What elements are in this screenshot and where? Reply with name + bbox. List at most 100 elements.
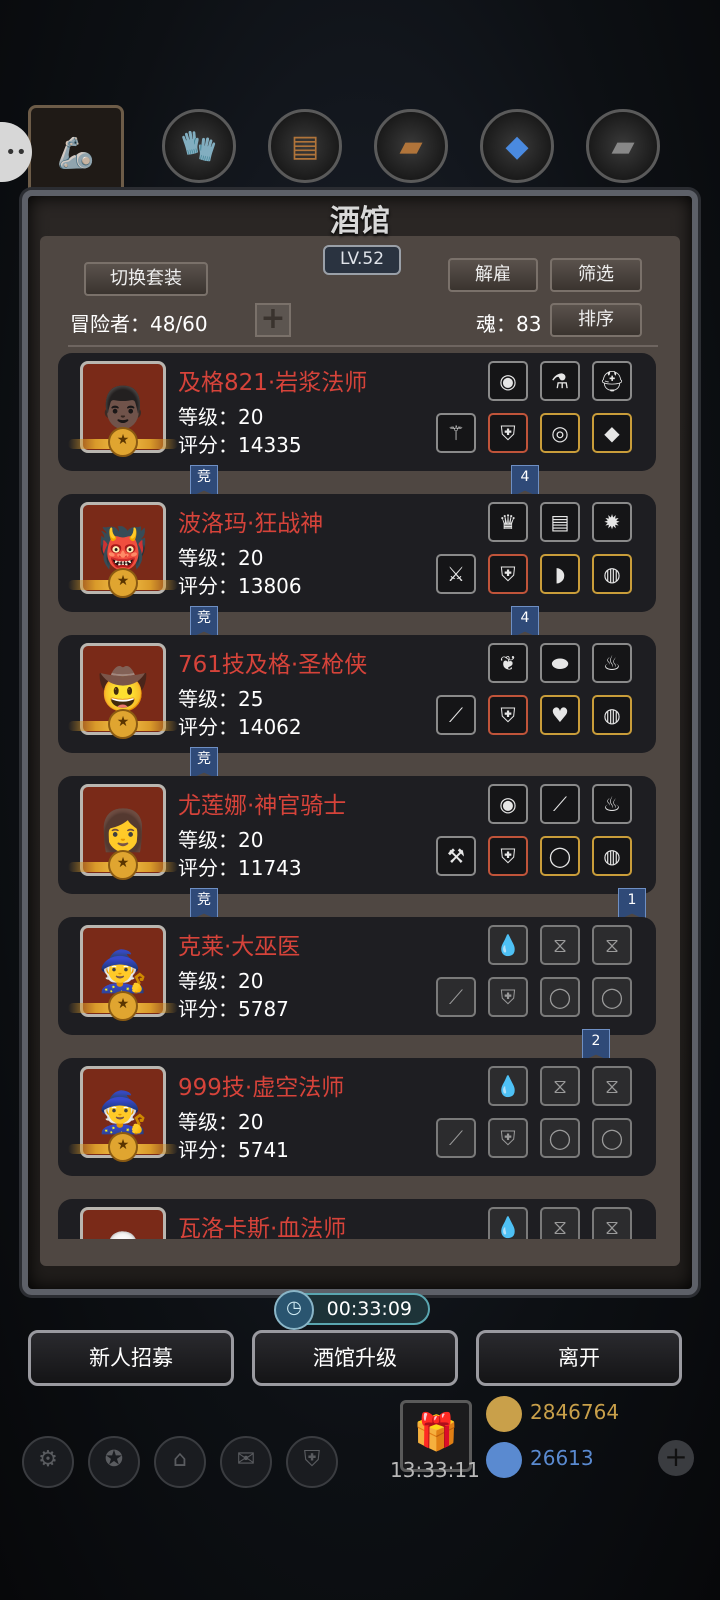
equipment-slot[interactable]: ⚗ (540, 361, 580, 401)
equipment-slot[interactable]: ◯ (592, 1118, 632, 1158)
leather-gloves-icon: 🧤 (180, 128, 218, 164)
tab-steel[interactable]: ▰ (586, 109, 660, 183)
plus-icon: + (260, 301, 286, 336)
equipment-slot[interactable]: ◍ (592, 695, 632, 735)
equipment-slot[interactable]: ⟋ (436, 977, 476, 1017)
tab-leather[interactable]: 🧤 (162, 109, 236, 183)
equipment-slot[interactable]: ◍ (592, 836, 632, 876)
equipment-slot[interactable]: ⟋ (540, 784, 580, 824)
shield-icon[interactable]: ⛨ (286, 1436, 338, 1488)
mail-icon[interactable]: ✉ (220, 1436, 272, 1488)
equipment-slot[interactable]: ⛨ (488, 695, 528, 735)
empty-drop-icon: 💧 (495, 1215, 521, 1239)
equipment-slot[interactable]: ◯ (540, 977, 580, 1017)
equipment-slot[interactable]: ◯ (540, 836, 580, 876)
clock-icon: ◷ (274, 1290, 314, 1330)
equipment-slot[interactable]: ♨ (592, 643, 632, 683)
equipment-slot[interactable]: ⛨ (488, 554, 528, 594)
switch-set-button[interactable]: 切换套装 (84, 262, 208, 296)
equipment-slot[interactable]: ⛨ (488, 1118, 528, 1158)
gem-icon (486, 1442, 522, 1478)
hero-portrait[interactable]: 🧝 (80, 1207, 166, 1239)
star-badge-icon[interactable]: ✪ (88, 1436, 140, 1488)
equipment-slot[interactable]: ⧖ (592, 1066, 632, 1106)
hero-score: 评分：11743 (178, 856, 302, 880)
hero-card[interactable]: 🧙 ★ 999技·虚空法师 等级：20 评分：5741 💧 ⧖ ⧖ ⟋ ⛨ ◯ ◯ (58, 1058, 656, 1176)
green-helmet-icon: ⛑ (599, 369, 625, 393)
equipment-slot[interactable]: ⛨ (488, 836, 528, 876)
hero-name: 及格821·岩浆法师 (178, 370, 368, 396)
equipment-slot[interactable]: ⟋ (436, 1118, 476, 1158)
equipment-slot[interactable]: ⚒ (436, 836, 476, 876)
equipment-slot[interactable]: ◎ (540, 413, 580, 453)
equipment-slot[interactable]: ❦ (488, 643, 528, 683)
add-adventurer-slot-button[interactable]: + (255, 303, 291, 337)
tab-wood[interactable]: ▤ (268, 109, 342, 183)
hero-card[interactable]: 🤠 ★ 761技及格·圣枪侠 等级：25 评分：14062 ❦ ⬬ ♨ ⟋ ⛨ ♥ ◍ (58, 635, 656, 753)
equipment-slot[interactable]: ⧖ (592, 925, 632, 965)
equipment-slot[interactable]: ♥ (540, 695, 580, 735)
equipment-slot[interactable]: ♨ (592, 784, 632, 824)
equipment-slot[interactable]: ◯ (540, 1118, 580, 1158)
equipment-slot[interactable]: ⧖ (540, 1066, 580, 1106)
gem-value: 26613 (530, 1446, 594, 1470)
equipment-slot[interactable]: ⧖ (540, 925, 580, 965)
staff-icon: ⚚ (447, 421, 465, 445)
sort-button[interactable]: 排序 (550, 303, 642, 337)
blue-orb-icon: ◉ (499, 792, 517, 816)
empty-armor-icon: ⛨ (500, 1126, 516, 1150)
equipment-slot[interactable]: ⛨ (488, 977, 528, 1017)
hero-level: 等级：20 (178, 969, 264, 993)
equipment-slot[interactable]: 💧 (488, 1066, 528, 1106)
tab-arm[interactable]: 🦾 (28, 105, 124, 201)
equipment-slot[interactable]: ⧖ (540, 1207, 580, 1239)
equipment-slot[interactable]: ⟋ (436, 695, 476, 735)
equipment-slot[interactable]: ◍ (592, 554, 632, 594)
dark-bow-icon: ⟋ (553, 792, 567, 816)
empty-hourglass-icon: ⧖ (604, 1074, 620, 1098)
empty-hourglass-icon: ⧖ (552, 933, 568, 957)
hero-card[interactable]: 👩 ★ 尤莲娜·神官骑士 等级：20 评分：11743 ◉ ⟋ ♨ ⚒ ⛨ ◯ ◍ (58, 776, 656, 894)
dismiss-button[interactable]: 解雇 (448, 258, 538, 292)
equipment-slot[interactable]: ⬬ (540, 643, 580, 683)
filter-button[interactable]: 筛选 (550, 258, 642, 292)
equipment-slot[interactable]: ◉ (488, 361, 528, 401)
equipment-slot[interactable]: ◆ (592, 413, 632, 453)
hero-card[interactable]: 🧝 瓦洛卡斯·血法师 💧 ⧖ ⧖ (58, 1199, 656, 1239)
red-potion-icon: ⚗ (551, 369, 569, 393)
empty-hourglass-icon: ⧖ (552, 1074, 568, 1098)
equipment-slot[interactable]: ◯ (592, 977, 632, 1017)
hero-card[interactable]: 👨🏿 ★ 及格821·岩浆法师 等级：20 评分：14335 ◉ ⚗ ⛑ ⚚ ⛨ ◎ ◆ (58, 353, 656, 471)
hero-card[interactable]: 👹 ★ 波洛玛·狂战神 等级：20 评分：13806 ♛ ▤ ✹ ⚔ ⛨ ◗ ◍ (58, 494, 656, 612)
equipment-slot[interactable]: ✹ (592, 502, 632, 542)
equipment-slot[interactable]: 💧 (488, 925, 528, 965)
empty-hourglass-icon: ⧖ (604, 1215, 620, 1239)
game-clock: 13:33:11 (390, 1458, 480, 1482)
equipment-slot[interactable]: ▤ (540, 502, 580, 542)
page-title: 酒馆 (330, 204, 390, 239)
arm-icon: 🦾 (57, 135, 95, 171)
hero-card[interactable]: 🧙 ★ 克莱·大巫医 等级：20 评分：5787 💧 ⧖ ⧖ ⟋ ⛨ ◯ ◯ (58, 917, 656, 1035)
guild-icon[interactable]: ⌂ (154, 1436, 206, 1488)
tavern-upgrade-button[interactable]: 酒馆升级 (252, 1330, 458, 1386)
equipment-slot[interactable]: ♛ (488, 502, 528, 542)
gold-bracelet-icon: ◯ (548, 844, 572, 868)
equipment-slot[interactable]: ⚚ (436, 413, 476, 453)
equipment-slot[interactable]: ⚔ (436, 554, 476, 594)
chat-bubble-icon: •• (5, 141, 27, 163)
hero-score: 评分：5741 (178, 1138, 289, 1162)
equipment-slot[interactable]: ⛑ (592, 361, 632, 401)
leave-button[interactable]: 离开 (476, 1330, 682, 1386)
hero-name: 克莱·大巫医 (178, 934, 301, 960)
equipment-slot[interactable]: ⛨ (488, 413, 528, 453)
settings-gear-icon[interactable]: ⚙ (22, 1436, 74, 1488)
tab-crystal[interactable]: ◆ (480, 109, 554, 183)
recruit-button[interactable]: 新人招募 (28, 1330, 234, 1386)
empty-staff-icon: ⟋ (449, 985, 463, 1009)
equipment-slot[interactable]: 💧 (488, 1207, 528, 1239)
tab-iron[interactable]: ▰ (374, 109, 448, 183)
equipment-slot[interactable]: ◗ (540, 554, 580, 594)
equipment-slot[interactable]: ◉ (488, 784, 528, 824)
add-currency-button[interactable]: + (658, 1440, 694, 1476)
equipment-slot[interactable]: ⧖ (592, 1207, 632, 1239)
